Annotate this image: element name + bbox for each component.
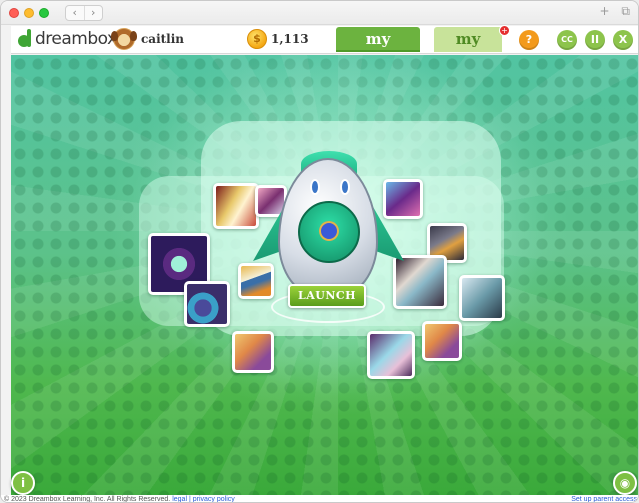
- browser-toolbar: ‹ › + ⧉: [1, 1, 638, 25]
- tab-overview-icon[interactable]: ⧉: [621, 4, 630, 18]
- lesson-card[interactable]: [184, 281, 230, 327]
- lesson-card[interactable]: [367, 331, 415, 379]
- lesson-thumbnail: [386, 182, 420, 216]
- exit-button[interactable]: X: [613, 30, 633, 50]
- rocket-eye-left: [310, 179, 320, 195]
- closed-captions-button[interactable]: CC: [557, 30, 577, 50]
- launch-button[interactable]: LAUNCH: [288, 284, 366, 308]
- lesson-thumbnail: [241, 266, 271, 296]
- new-items-badge: +: [499, 25, 510, 36]
- lesson-thumbnail: [216, 186, 256, 226]
- lesson-thumbnail: [258, 188, 284, 214]
- tab-my-stuff[interactable]: my stuff: [434, 27, 502, 72]
- nav-buttons: ‹ ›: [65, 5, 103, 21]
- close-window-button[interactable]: [9, 8, 19, 18]
- lesson-card[interactable]: [238, 263, 274, 299]
- lesson-thumbnail: [425, 324, 459, 358]
- lesson-card[interactable]: [232, 331, 274, 373]
- privacy-policy-link[interactable]: privacy policy: [193, 496, 235, 502]
- browser-window: ‹ › + ⧉ dreambox caitlin $ 1,113 my less…: [0, 0, 639, 503]
- dreambox-logo: dreambox: [17, 29, 117, 49]
- pause-button[interactable]: II: [585, 30, 605, 50]
- info-button[interactable]: i: [11, 471, 35, 495]
- lesson-thumbnail: [396, 258, 444, 306]
- coin-icon: $: [247, 29, 267, 49]
- lesson-card[interactable]: [422, 321, 462, 361]
- browser-actions: + ⧉: [592, 4, 630, 19]
- avatar[interactable]: [111, 28, 137, 50]
- forward-button[interactable]: ›: [85, 6, 103, 20]
- parent-access-link[interactable]: Set up parent access: [571, 495, 637, 502]
- coin-count: 1,113: [271, 32, 309, 46]
- lesson-thumbnail: [370, 334, 412, 376]
- minimize-window-button[interactable]: [24, 8, 34, 18]
- sound-toggle-button[interactable]: ◉: [613, 471, 637, 495]
- tab-my-lessons[interactable]: my lessons: [336, 27, 420, 72]
- game-header: dreambox caitlin $ 1,113 my lessons my s…: [11, 25, 638, 72]
- username: caitlin: [141, 32, 185, 46]
- lesson-thumbnail: [235, 334, 271, 370]
- lesson-card[interactable]: [393, 255, 447, 309]
- zoom-window-button[interactable]: [39, 8, 49, 18]
- lesson-card[interactable]: [213, 183, 259, 229]
- lesson-thumbnail: [462, 278, 502, 318]
- footer-separator: |: [188, 496, 191, 503]
- rocket-eye-right: [340, 179, 350, 195]
- lesson-card[interactable]: [459, 275, 505, 321]
- lesson-thumbnail: [187, 284, 227, 324]
- legal-link[interactable]: legal: [172, 496, 187, 502]
- new-tab-button[interactable]: +: [600, 4, 610, 18]
- logo-text: dreambox: [35, 29, 117, 49]
- page-footer: © 2023 Dreambox Learning, Inc. All Right…: [1, 495, 638, 503]
- dreambox-logo-icon: [17, 29, 35, 49]
- footer-copy: © 2023 Dreambox Learning, Inc. All Right…: [4, 495, 235, 503]
- help-button[interactable]: ?: [519, 30, 539, 50]
- copyright-text: © 2023 Dreambox Learning, Inc. All Right…: [4, 496, 171, 503]
- lesson-card[interactable]: [383, 179, 423, 219]
- back-button[interactable]: ‹: [66, 6, 85, 20]
- planet-icon: [319, 221, 339, 241]
